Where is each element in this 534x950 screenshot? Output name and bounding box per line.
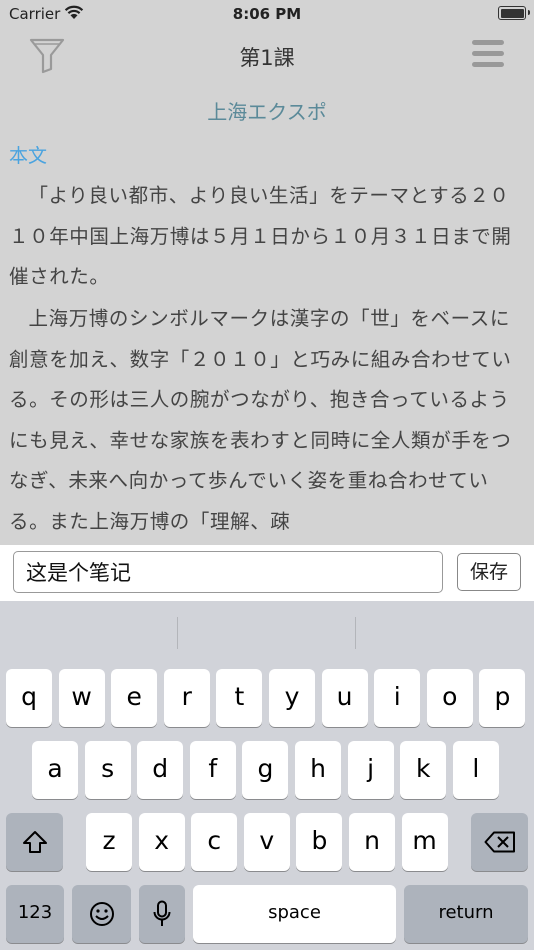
key-u[interactable]: u xyxy=(321,669,368,727)
hamburger-icon xyxy=(472,40,504,45)
paragraph: 上海万博のシンボルマークは漢字の「世」をベースに創意を加え、数字「２０１０」と巧… xyxy=(9,307,512,533)
key-z[interactable]: z xyxy=(86,813,132,871)
key-j[interactable]: j xyxy=(347,741,394,799)
numbers-key[interactable]: 123 xyxy=(6,885,64,943)
key-t[interactable]: t xyxy=(216,669,263,727)
return-key[interactable]: return xyxy=(404,885,528,943)
key-h[interactable]: h xyxy=(295,741,341,799)
status-bar: Carrier 8:06 PM xyxy=(0,0,534,28)
dictation-key[interactable] xyxy=(139,885,185,943)
key-n[interactable]: n xyxy=(349,813,395,871)
shift-icon xyxy=(22,831,47,853)
key-e[interactable]: e xyxy=(111,669,158,727)
menu-button[interactable] xyxy=(472,40,504,70)
key-f[interactable]: f xyxy=(189,741,236,799)
paragraph: 「より良い都市、より良い生活」をテーマとする２０１０年中国上海万博は５月１日から… xyxy=(9,184,512,288)
prediction-divider xyxy=(355,617,356,649)
key-w[interactable]: w xyxy=(58,669,105,727)
key-y[interactable]: y xyxy=(269,669,315,727)
backspace-icon xyxy=(484,831,515,853)
key-q[interactable]: q xyxy=(6,669,52,727)
space-key[interactable]: space xyxy=(193,885,396,943)
key-a[interactable]: a xyxy=(32,741,78,799)
key-c[interactable]: c xyxy=(191,813,238,871)
key-r[interactable]: r xyxy=(163,669,210,727)
key-v[interactable]: v xyxy=(243,813,290,871)
key-o[interactable]: o xyxy=(426,669,473,727)
battery-icon xyxy=(498,6,530,20)
key-l[interactable]: l xyxy=(452,741,499,799)
key-b[interactable]: b xyxy=(296,813,343,871)
save-button[interactable]: 保存 xyxy=(457,553,521,591)
emoji-key[interactable] xyxy=(72,885,131,943)
emoji-icon xyxy=(89,902,114,926)
nav-title: 第1課 xyxy=(239,46,295,70)
key-m[interactable]: m xyxy=(401,813,448,871)
key-g[interactable]: g xyxy=(242,741,289,799)
prediction-divider xyxy=(177,617,178,649)
key-d[interactable]: d xyxy=(137,741,184,799)
key-p[interactable]: p xyxy=(479,669,526,727)
section-label: 本文 xyxy=(9,145,48,167)
clock: 8:06 PM xyxy=(232,5,302,23)
key-x[interactable]: x xyxy=(138,813,185,871)
key-s[interactable]: s xyxy=(84,741,131,799)
delete-key[interactable] xyxy=(471,813,528,871)
microphone-icon xyxy=(153,900,171,926)
note-input[interactable] xyxy=(13,551,443,593)
keyboard: qwertyuiop asdfghjkl zxcvbnm 123 space r… xyxy=(0,601,534,950)
key-k[interactable]: k xyxy=(400,741,447,799)
lesson-screen: Carrier 8:06 PM 第1課 上海エクスポ 本文 「より良い都市、より… xyxy=(0,0,534,545)
key-i[interactable]: i xyxy=(374,669,421,727)
lesson-title: 上海エクスポ xyxy=(207,100,327,124)
shift-key[interactable] xyxy=(6,813,63,871)
